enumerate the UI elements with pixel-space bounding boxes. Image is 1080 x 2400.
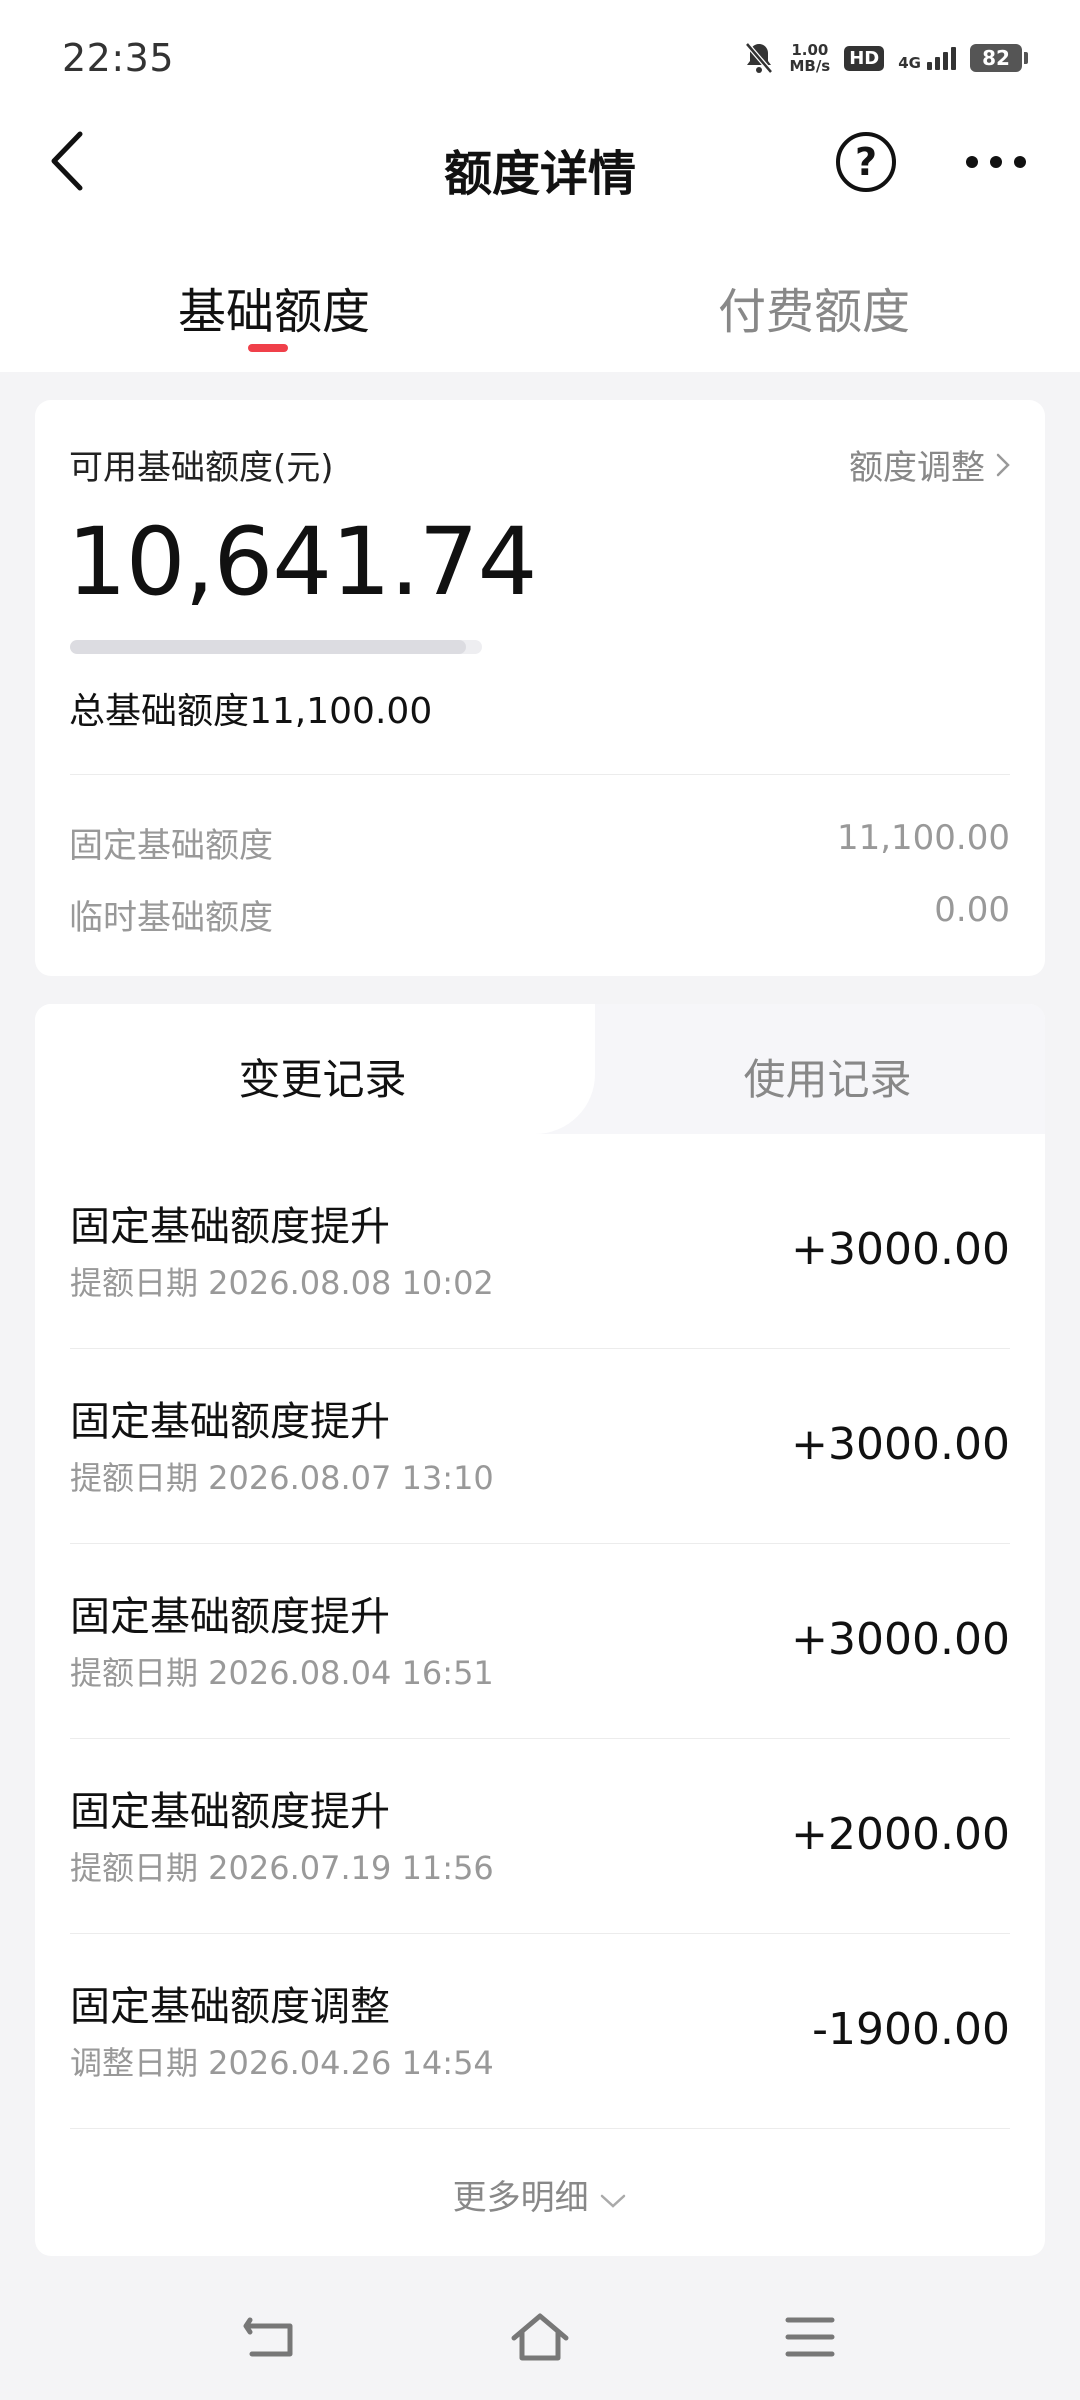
- system-home-icon[interactable]: [510, 2312, 570, 2362]
- record-date: 提额日期 2026.07.19 11:56: [70, 1849, 494, 1887]
- more-icon[interactable]: [966, 150, 1032, 174]
- total-quota: 总基础额度11,100.00: [69, 691, 433, 732]
- help-icon[interactable]: ?: [836, 132, 896, 192]
- chevron-right-icon: [996, 453, 1010, 476]
- record-date: 提额日期 2026.08.04 16:51: [70, 1654, 494, 1692]
- list-item[interactable]: 固定基础额度调整 调整日期 2026.04.26 14:54 -1900.00: [70, 1934, 1010, 2129]
- record-title: 固定基础额度提升: [70, 1399, 390, 1445]
- network-speed: 1.00 MB/s: [789, 41, 831, 75]
- system-back-icon[interactable]: [240, 2312, 300, 2362]
- record-date: 提额日期 2026.08.08 10:02: [70, 1264, 494, 1302]
- list-item[interactable]: 固定基础额度提升 提额日期 2026.08.07 13:10 +3000.00: [70, 1349, 1010, 1544]
- record-title: 固定基础额度提升: [70, 1789, 390, 1835]
- temp-quota-label: 临时基础额度: [69, 898, 273, 938]
- list-item[interactable]: 固定基础额度提升 提额日期 2026.08.04 16:51 +3000.00: [70, 1544, 1010, 1739]
- tab-paid-quota[interactable]: 付费额度: [718, 272, 910, 342]
- fixed-quota-value: 11,100.00: [836, 818, 1010, 858]
- record-amount: -1900.00: [812, 2004, 1010, 2055]
- record-date: 提额日期 2026.08.07 13:10: [70, 1459, 494, 1497]
- record-title: 固定基础额度提升: [70, 1594, 390, 1640]
- record-date: 调整日期 2026.04.26 14:54: [70, 2044, 494, 2082]
- page-title: 额度详情: [443, 146, 636, 202]
- available-label: 可用基础额度(元): [69, 448, 334, 488]
- quota-adjust-link[interactable]: 额度调整: [849, 440, 1011, 489]
- record-amount: +3000.00: [791, 1614, 1010, 1665]
- mute-bell-icon: [745, 42, 774, 74]
- tab-change-records[interactable]: 变更记录: [35, 1046, 610, 1107]
- available-amount: 10,641.74: [67, 508, 537, 617]
- records-card: 变更记录 使用记录 固定基础额度提升 提额日期 2026.08.08 10:02…: [35, 1004, 1045, 2256]
- tab-indicator: [248, 344, 288, 352]
- system-navigation-bar: [0, 2272, 1080, 2400]
- temp-quota-value: 0.00: [934, 890, 1010, 930]
- quota-progress-fill: [70, 640, 466, 654]
- quota-progress-bar: [70, 640, 482, 654]
- chevron-down-icon: [601, 2194, 626, 2208]
- battery-icon: 82: [970, 44, 1028, 72]
- fixed-quota-label: 固定基础额度: [69, 826, 273, 866]
- record-amount: +3000.00: [791, 1224, 1010, 1275]
- record-title: 固定基础额度提升: [70, 1204, 390, 1250]
- hd-badge: HD: [844, 45, 885, 71]
- balance-card: 可用基础额度(元) 额度调整 10,641.74 总基础额度11,100.00 …: [35, 400, 1045, 976]
- system-menu-icon[interactable]: [780, 2312, 840, 2362]
- more-details-button[interactable]: 更多明细: [35, 2170, 1045, 2219]
- divider: [70, 2128, 1010, 2129]
- divider: [70, 774, 1010, 775]
- tab-usage-records[interactable]: 使用记录: [610, 1046, 1045, 1107]
- list-item[interactable]: 固定基础额度提升 提额日期 2026.07.19 11:56 +2000.00: [70, 1739, 1010, 1934]
- signal-icon: 4G: [898, 46, 956, 70]
- record-amount: +2000.00: [791, 1809, 1010, 1860]
- status-time: 22:35: [62, 36, 175, 80]
- record-title: 固定基础额度调整: [70, 1984, 390, 2030]
- tab-basic-quota[interactable]: 基础额度: [178, 272, 370, 342]
- list-item[interactable]: 固定基础额度提升 提额日期 2026.08.08 10:02 +3000.00: [70, 1154, 1010, 1349]
- status-icons: 1.00 MB/s HD 4G 82: [743, 36, 1028, 80]
- record-amount: +3000.00: [791, 1419, 1010, 1470]
